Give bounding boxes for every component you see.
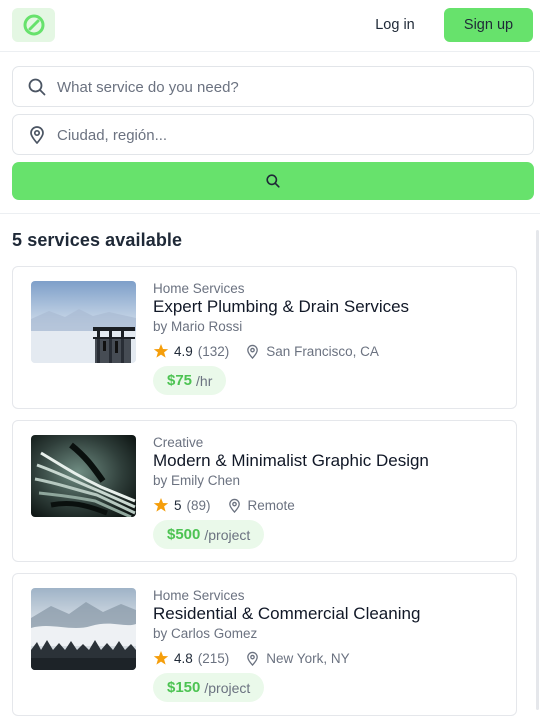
service-provider: by Mario Rossi: [153, 319, 243, 334]
service-meta: 4.8 (215) New York, NY: [153, 649, 350, 667]
location-input[interactable]: [57, 120, 527, 150]
service-location: New York, NY: [266, 650, 350, 666]
review-count: (89): [186, 497, 211, 513]
scrollbar[interactable]: [536, 230, 539, 710]
service-thumbnail: [31, 588, 136, 670]
rating-value: 4.9: [174, 343, 193, 359]
top-header: Log in Sign up: [0, 0, 540, 52]
price-amount: $500: [167, 526, 201, 543]
price-amount: $150: [167, 679, 201, 696]
service-meta: 5 (89) Remote: [153, 496, 295, 514]
search-button[interactable]: [12, 162, 534, 200]
login-button[interactable]: Log in: [362, 10, 428, 40]
service-card[interactable]: Home Services Residential & Commercial C…: [12, 573, 517, 716]
map-pin-icon: [30, 126, 44, 144]
star-icon: [153, 651, 169, 665]
search-icon: [266, 174, 280, 188]
service-card[interactable]: Home Services Expert Plumbing & Drain Se…: [12, 266, 517, 409]
service-title[interactable]: Residential & Commercial Cleaning: [153, 604, 420, 624]
price-badge: $500 /project: [153, 520, 265, 549]
service-card[interactable]: Creative Modern & Minimalist Graphic Des…: [12, 420, 517, 562]
location-field[interactable]: [12, 114, 534, 155]
star-icon: [153, 344, 169, 358]
service-title[interactable]: Modern & Minimalist Graphic Design: [153, 451, 429, 471]
service-provider: by Emily Chen: [153, 473, 241, 488]
logo[interactable]: [12, 8, 55, 42]
star-icon: [153, 498, 169, 512]
price-unit: /hr: [196, 372, 213, 389]
rating-value: 5: [174, 497, 182, 513]
map-pin-icon: [247, 344, 259, 359]
service-location: Remote: [247, 497, 295, 513]
service-search-input[interactable]: [57, 72, 527, 102]
price-badge: $150 /project: [153, 673, 265, 702]
service-thumbnail: [31, 435, 136, 517]
service-category: Home Services: [153, 281, 245, 296]
review-count: (215): [197, 650, 230, 666]
service-category: Home Services: [153, 588, 245, 603]
price-amount: $75: [167, 372, 193, 389]
signup-button[interactable]: Sign up: [444, 8, 533, 42]
service-title[interactable]: Expert Plumbing & Drain Services: [153, 297, 409, 317]
review-count: (132): [197, 343, 230, 359]
map-pin-icon: [247, 651, 259, 666]
service-provider: by Carlos Gomez: [153, 626, 258, 641]
results-count-heading: 5 services available: [12, 230, 183, 250]
price-unit: /project: [204, 526, 251, 543]
divider: [0, 213, 540, 214]
price-badge: $75 /hr: [153, 366, 227, 395]
search-icon: [28, 78, 46, 96]
service-search-field[interactable]: [12, 66, 534, 107]
service-location: San Francisco, CA: [266, 343, 379, 359]
service-meta: 4.9 (132) San Francisco, CA: [153, 342, 379, 360]
rating-value: 4.8: [174, 650, 193, 666]
map-pin-icon: [228, 498, 240, 513]
leaf-circle-icon: [23, 14, 44, 36]
service-category: Creative: [153, 435, 204, 450]
price-unit: /project: [204, 679, 251, 696]
service-thumbnail: [31, 281, 136, 363]
